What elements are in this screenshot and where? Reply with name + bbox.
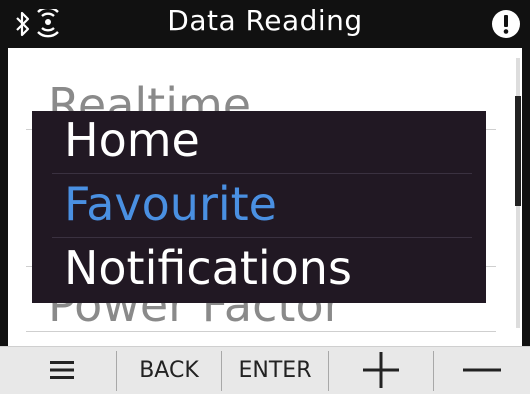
page-title: Data Reading bbox=[167, 4, 363, 37]
menu-divider bbox=[52, 237, 472, 238]
enter-button[interactable]: ENTER bbox=[222, 347, 328, 393]
popup-menu: Home Favourite Notifications bbox=[32, 111, 486, 303]
hamburger-icon bbox=[50, 361, 74, 379]
minus-icon bbox=[463, 368, 501, 372]
back-button[interactable]: BACK bbox=[117, 347, 221, 393]
title-bar: Data Reading bbox=[0, 0, 530, 48]
alert-icon[interactable] bbox=[492, 10, 520, 38]
menu-item-notifications[interactable]: Notifications bbox=[64, 241, 464, 303]
menu-divider bbox=[52, 173, 472, 174]
softkey-bar: BACK ENTER bbox=[0, 346, 530, 394]
menu-item-favourite[interactable]: Favourite bbox=[64, 177, 464, 239]
plus-button[interactable] bbox=[329, 347, 433, 393]
scrollbar-thumb[interactable] bbox=[515, 96, 521, 206]
plus-icon bbox=[363, 352, 399, 388]
menu-item-home[interactable]: Home bbox=[64, 113, 464, 175]
minus-button[interactable] bbox=[434, 347, 530, 393]
menu-button[interactable] bbox=[8, 347, 116, 393]
